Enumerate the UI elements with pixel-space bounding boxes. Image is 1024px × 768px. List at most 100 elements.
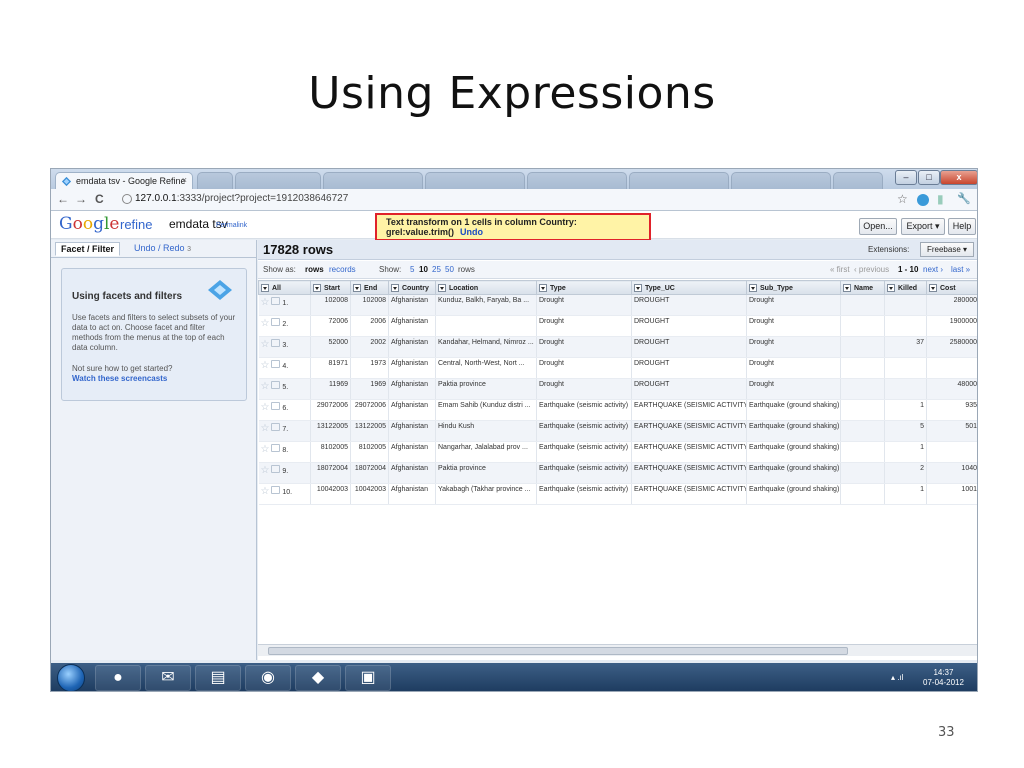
pager-last[interactable]: last » [951,265,970,274]
screencasts-link[interactable]: Watch these screencasts [72,374,236,383]
cell-name[interactable] [840,399,885,421]
cell-name[interactable] [840,378,885,400]
tab-undo-redo[interactable]: Undo / Redo 3 [134,243,191,253]
cell-sub-type[interactable]: Drought [746,294,841,316]
star-icon[interactable]: ☆ [261,318,270,329]
tab-other-5[interactable] [629,172,729,189]
flag-icon[interactable] [271,339,281,347]
chrome-taskbar-icon[interactable]: ◉ [245,665,291,691]
star-icon[interactable]: ☆ [261,360,270,371]
records-mode-link[interactable]: records [329,265,356,274]
horizontal-scrollbar[interactable] [258,644,977,656]
cell-start[interactable]: 10042003 [310,483,351,505]
open-button[interactable]: Open... [859,218,897,235]
star-icon[interactable]: ☆ [261,423,270,434]
start-button[interactable] [57,664,85,691]
cell-name[interactable] [840,441,885,463]
star-icon[interactable]: ☆ [261,402,270,413]
cell-end[interactable]: 29072006 [350,399,389,421]
powerpoint-taskbar-icon[interactable]: ▣ [345,665,391,691]
cell-type[interactable]: Earthquake (seismic activity) [536,483,632,505]
scrollbar-thumb[interactable] [268,647,848,655]
cell-country[interactable]: Afghanistan [388,378,436,400]
cell-country[interactable]: Afghanistan [388,399,436,421]
url-field[interactable]: 127.0.0.1:3333/project?project=191203864… [119,192,929,208]
flag-icon[interactable] [271,402,281,410]
dropdown-icon[interactable] [634,283,642,292]
cell-killed[interactable]: 37 [884,336,927,358]
cell-start[interactable]: 8102005 [310,441,351,463]
tab-emdata[interactable]: emdata tsv - Google Refine × [55,172,193,189]
cell-cost[interactable]: 1900000 [926,315,977,337]
dropdown-icon[interactable] [887,283,895,292]
maximize-button[interactable]: □ [918,170,940,185]
cell-killed[interactable] [884,315,927,337]
cell-cost[interactable]: 48000 [926,378,977,400]
cell-type-uc[interactable]: DROUGHT [631,315,747,337]
export-button[interactable]: Export ▾ [901,218,945,235]
page-size-25[interactable]: 25 [432,265,441,274]
column-header-type-uc[interactable]: Type_UC [631,280,747,295]
cell-country[interactable]: Afghanistan [388,315,436,337]
cell-cost[interactable]: 935 [926,399,977,421]
cell-name[interactable] [840,336,885,358]
dropdown-icon[interactable] [539,283,547,292]
cell-country[interactable]: Afghanistan [388,357,436,379]
network-tray-icon[interactable]: ▴ .ıl [891,673,903,682]
cell-start[interactable]: 29072006 [310,399,351,421]
cell-name[interactable] [840,483,885,505]
flag-icon[interactable] [271,465,281,473]
firefox-taskbar-icon[interactable]: ● [95,665,141,691]
forward-icon[interactable]: → [75,192,87,206]
cell-type-uc[interactable]: DROUGHT [631,336,747,358]
cell-start[interactable]: 11969 [310,378,351,400]
cell-end[interactable]: 2002 [350,336,389,358]
cell-sub-type[interactable]: Earthquake (ground shaking) [746,441,841,463]
cell-type-uc[interactable]: EARTHQUAKE (SEISMIC ACTIVITY) [631,399,747,421]
back-icon[interactable]: ← [57,192,69,206]
cell-killed[interactable] [884,357,927,379]
wrench-icon[interactable]: 🔧 [957,192,971,205]
extension-icon[interactable] [917,194,929,206]
cell-country[interactable]: Afghanistan [388,294,436,316]
cell-country[interactable]: Afghanistan [388,336,436,358]
reload-icon[interactable]: C [95,192,104,206]
dropdown-icon[interactable] [749,283,757,292]
column-header-name[interactable]: Name [840,280,885,295]
cell-name[interactable] [840,357,885,379]
cell-cost[interactable]: 280000 [926,294,977,316]
cell-name[interactable] [840,315,885,337]
cell-type[interactable]: Drought [536,294,632,316]
dropdown-icon[interactable] [929,283,937,292]
cell-sub-type[interactable]: Earthquake (ground shaking) [746,399,841,421]
cell-cost[interactable] [926,357,977,379]
cell-sub-type[interactable]: Drought [746,357,841,379]
dropdown-icon[interactable] [438,283,446,292]
cell-cost[interactable]: 2580000 [926,336,977,358]
help-button[interactable]: Help [948,218,976,235]
flag-icon[interactable] [271,318,281,326]
dropdown-icon[interactable] [843,283,851,292]
cell-killed[interactable] [884,378,927,400]
cell-name[interactable] [840,294,885,316]
cell-location[interactable]: Kunduz, Balkh, Faryab, Ba ... [435,294,537,316]
cell-type[interactable]: Earthquake (seismic activity) [536,462,632,484]
freebase-button[interactable]: Freebase ▾ [920,242,974,257]
flag-icon[interactable] [271,360,281,368]
undo-link[interactable]: Undo [460,227,483,237]
cell-name[interactable] [840,420,885,442]
explorer-taskbar-icon[interactable]: ▤ [195,665,241,691]
dropdown-icon[interactable] [391,283,399,292]
cell-end[interactable]: 102008 [350,294,389,316]
cell-sub-type[interactable]: Drought [746,315,841,337]
permalink-link[interactable]: Permalink [216,222,247,229]
star-icon[interactable]: ☆ [261,486,270,497]
minimize-button[interactable]: – [895,170,917,185]
cell-cost[interactable]: 501 [926,420,977,442]
cell-start[interactable]: 18072004 [310,462,351,484]
cell-type-uc[interactable]: EARTHQUAKE (SEISMIC ACTIVITY) [631,462,747,484]
cell-end[interactable]: 2006 [350,315,389,337]
cell-start[interactable]: 102008 [310,294,351,316]
cell-location[interactable]: Nangarhar, Jalalabad prov ... [435,441,537,463]
column-header-killed[interactable]: Killed [884,280,927,295]
